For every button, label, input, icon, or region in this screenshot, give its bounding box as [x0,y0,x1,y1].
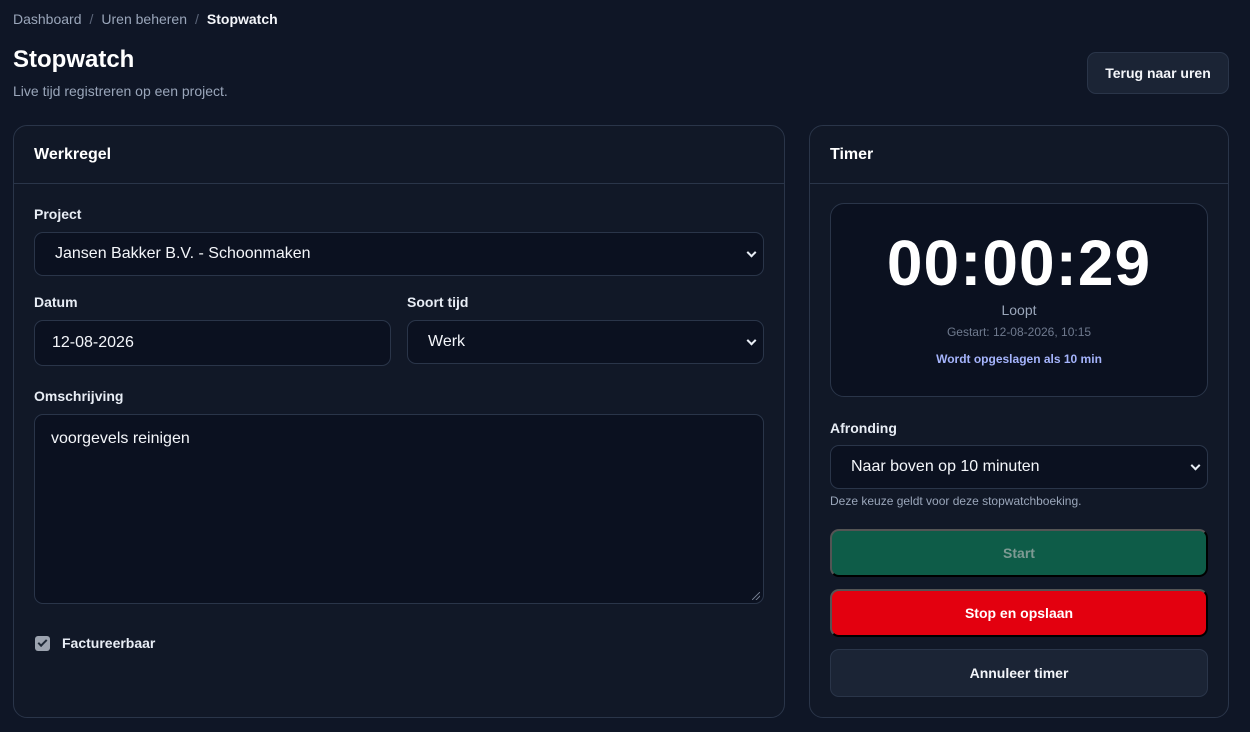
timer-panel: 00:00:29 Loopt Gestart: 12-08-2026, 10:1… [830,203,1208,397]
breadcrumb-separator: / [89,11,94,27]
start-button[interactable]: Start [830,529,1208,577]
breadcrumb: Dashboard / Uren beheren / Stopwatch [13,11,278,27]
afronding-hint: Deze keuze geldt voor deze stopwatchboek… [830,494,1082,508]
page-subtitle: Live tijd registreren op een project. [13,83,228,99]
soort-tijd-label: Soort tijd [407,294,469,310]
resize-handle-icon[interactable] [752,592,760,600]
soort-tijd-select-value: Werk [428,333,466,350]
afronding-label: Afronding [830,420,897,436]
factureerbaar-label[interactable]: Factureerbaar [62,635,155,651]
datum-input[interactable]: 12-08-2026 [34,320,391,366]
breadcrumb-uren-beheren[interactable]: Uren beheren [101,11,187,27]
project-select-value: Jansen Bakker B.V. - Schoonmaken [55,245,311,262]
chevron-down-icon [746,247,757,258]
timer-card-title: Timer [810,126,1228,184]
breadcrumb-separator: / [195,11,199,27]
factureerbaar-checkbox[interactable] [35,636,50,651]
chevron-down-icon [1190,460,1201,471]
timer-saved-as: Wordt opgeslagen als 10 min [936,352,1102,366]
breadcrumb-dashboard[interactable]: Dashboard [13,11,82,27]
project-label: Project [34,206,82,222]
chevron-down-icon [746,335,757,346]
soort-tijd-select[interactable]: Werk [407,320,764,364]
breadcrumb-current: Stopwatch [206,11,278,27]
timer-started-at: Gestart: 12-08-2026, 10:15 [946,325,1092,339]
datum-label: Datum [34,294,78,310]
cancel-timer-button[interactable]: Annuleer timer [830,649,1208,697]
checkmark-icon [37,637,48,648]
datum-input-value: 12-08-2026 [52,334,134,351]
timer-display: 00:00:29 [886,227,1152,299]
omschrijving-textarea[interactable]: voorgevels reinigen [34,414,764,604]
back-to-hours-button[interactable]: Terug naar uren [1087,52,1229,94]
timer-card: Timer 00:00:29 Loopt Gestart: 12-08-2026… [809,125,1229,718]
afronding-select-value: Naar boven op 10 minuten [851,458,1040,475]
page-title: Stopwatch [13,46,135,73]
werkregel-card-title: Werkregel [14,126,784,184]
timer-status: Loopt [1001,302,1037,318]
omschrijving-value: voorgevels reinigen [51,430,190,447]
omschrijving-label: Omschrijving [34,388,124,404]
werkregel-card: Werkregel Project Jansen Bakker B.V. - S… [13,125,785,718]
stop-and-save-button[interactable]: Stop en opslaan [830,589,1208,637]
afronding-select[interactable]: Naar boven op 10 minuten [830,445,1208,489]
project-select[interactable]: Jansen Bakker B.V. - Schoonmaken [34,232,764,276]
